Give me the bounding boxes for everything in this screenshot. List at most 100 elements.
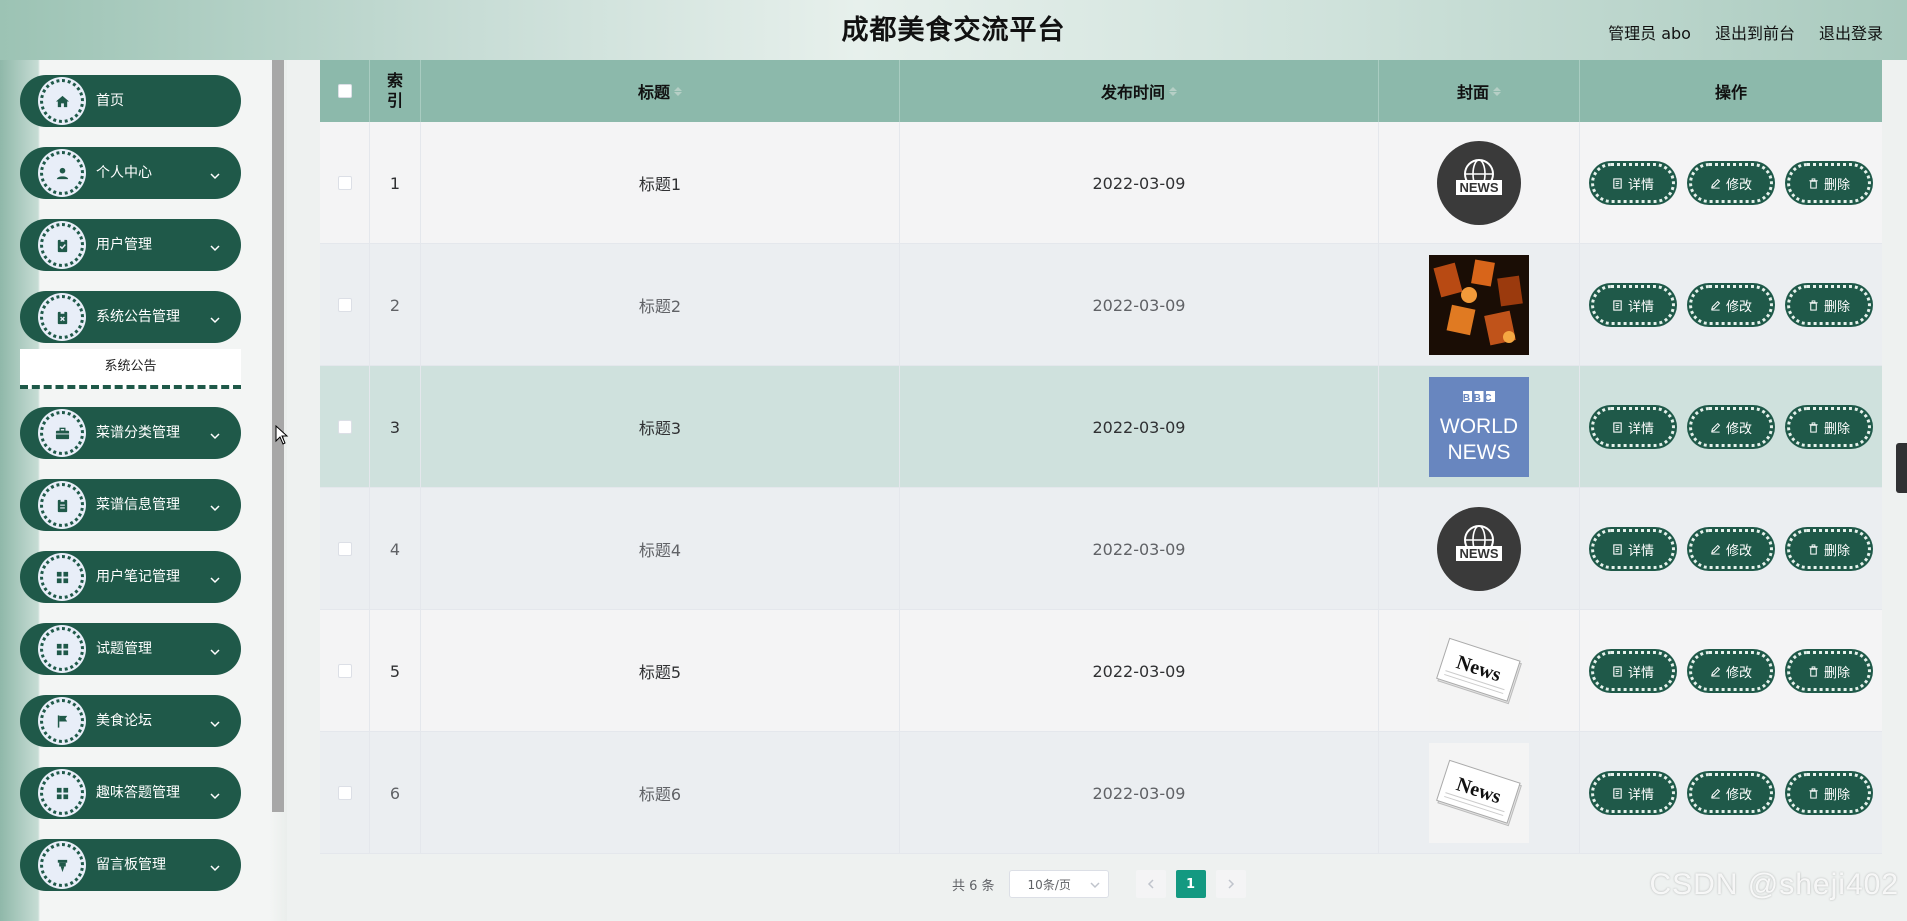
chevron-down-icon <box>209 787 221 800</box>
header-cover-label: 封面 <box>1456 83 1489 102</box>
row-select-cell <box>320 366 370 488</box>
cover-image[interactable]: News <box>1429 621 1529 721</box>
row-publish-time: 2022-03-09 <box>900 732 1379 854</box>
sort-icon[interactable] <box>674 86 682 96</box>
document-icon <box>1613 543 1622 555</box>
detail-button[interactable]: 详情 <box>1591 163 1675 203</box>
row-checkbox[interactable] <box>337 664 352 678</box>
sidebar-item-5[interactable]: 菜谱信息管理 <box>20 479 241 531</box>
cover-image[interactable]: BBC WORLD NEWS <box>1429 377 1529 477</box>
sidebar-item-label: 个人中心 <box>96 165 152 181</box>
briefcase-icon <box>40 411 84 455</box>
sidebar-item-label: 系统公告管理 <box>96 309 180 325</box>
row-checkbox[interactable] <box>337 420 352 434</box>
delete-button-label: 删除 <box>1823 421 1850 437</box>
sidebar-item-1[interactable]: 个人中心 <box>20 147 241 199</box>
submenu-item-system-notice[interactable]: 系统公告 <box>20 349 241 389</box>
delete-button[interactable]: 删除 <box>1787 285 1871 325</box>
detail-button[interactable]: 详情 <box>1591 773 1675 813</box>
detail-button[interactable]: 详情 <box>1591 285 1675 325</box>
page-size-select[interactable]: 10条/页 <box>1008 870 1109 898</box>
cover-image[interactable]: News <box>1429 743 1529 843</box>
detail-button-label: 详情 <box>1627 299 1654 315</box>
row-checkbox[interactable] <box>337 542 352 556</box>
header-title[interactable]: 标题 <box>421 60 900 122</box>
header-index-char2: 引 <box>386 91 403 110</box>
header-publish-time[interactable]: 发布时间 <box>900 60 1379 122</box>
table-row[interactable]: 4 标题4 2022-03-09 NEWS 详情 修改 删除 <box>320 488 1882 610</box>
edit-button[interactable]: 修改 <box>1689 407 1773 447</box>
cover-image[interactable] <box>1429 255 1529 355</box>
delete-button[interactable]: 删除 <box>1787 773 1871 813</box>
admin-user-label: 管理员 abo <box>1608 24 1691 43</box>
header-actions-label: 操作 <box>1714 83 1747 102</box>
delete-button[interactable]: 删除 <box>1787 407 1871 447</box>
sidebar-item-10[interactable]: 留言板管理 <box>20 839 241 891</box>
grid-icon <box>40 627 84 671</box>
edit-button[interactable]: 修改 <box>1689 529 1773 569</box>
cover-image[interactable]: NEWS <box>1429 499 1529 599</box>
chevron-down-icon <box>209 859 221 872</box>
user-icon <box>40 151 84 195</box>
detail-button-label: 详情 <box>1627 177 1654 193</box>
sidebar-item-4[interactable]: 菜谱分类管理 <box>20 407 241 459</box>
row-checkbox[interactable] <box>337 786 352 800</box>
sidebar-item-8[interactable]: 美食论坛 <box>20 695 241 747</box>
delete-button-label: 删除 <box>1823 543 1850 559</box>
header-publish-time-label: 发布时间 <box>1100 83 1165 102</box>
edit-button[interactable]: 修改 <box>1689 773 1773 813</box>
header-cover[interactable]: 封面 <box>1379 60 1580 122</box>
page-number-button[interactable]: 1 <box>1175 870 1206 898</box>
sidebar-item-7[interactable]: 试题管理 <box>20 623 241 675</box>
delete-button[interactable]: 删除 <box>1787 651 1871 691</box>
row-publish-time: 2022-03-09 <box>900 122 1379 244</box>
document-icon <box>1613 787 1622 799</box>
select-all-checkbox[interactable] <box>337 84 352 98</box>
chevron-down-icon <box>209 715 221 728</box>
prev-page-button[interactable] <box>1135 870 1166 898</box>
detail-button-label: 详情 <box>1627 421 1654 437</box>
edit-button-label: 修改 <box>1725 421 1752 437</box>
grid-icon <box>40 771 84 815</box>
logout-link[interactable]: 退出登录 <box>1819 20 1883 44</box>
sort-icon[interactable] <box>1169 86 1177 96</box>
table-row[interactable]: 5 标题5 2022-03-09 News 详情 修改 删除 <box>320 610 1882 732</box>
row-publish-time: 2022-03-09 <box>900 610 1379 732</box>
header-actions: 操作 <box>1580 60 1882 122</box>
chevron-down-icon <box>209 643 221 656</box>
edit-button[interactable]: 修改 <box>1689 285 1773 325</box>
table-row[interactable]: 3 标题3 2022-03-09 BBC WORLD NEWS 详情 修改 删除 <box>320 366 1882 488</box>
table-row[interactable]: 1 标题1 2022-03-09 NEWS 详情 修改 删除 <box>320 122 1882 244</box>
row-select-cell <box>320 244 370 366</box>
sidebar-item-6[interactable]: 用户笔记管理 <box>20 551 241 603</box>
cover-image[interactable]: NEWS <box>1429 133 1529 233</box>
next-page-button[interactable] <box>1215 870 1246 898</box>
sidebar-item-9[interactable]: 趣味答题管理 <box>20 767 241 819</box>
drawer-handle[interactable] <box>1896 443 1907 493</box>
delete-button[interactable]: 删除 <box>1787 163 1871 203</box>
row-title: 标题6 <box>421 732 900 854</box>
table-row[interactable]: 6 标题6 2022-03-09 News 详情 修改 删除 <box>320 732 1882 854</box>
sidebar-item-2[interactable]: 用户管理 <box>20 219 241 271</box>
pagination-total: 共 6 条 <box>952 878 995 894</box>
sidebar-item-0[interactable]: 首页 <box>20 75 241 127</box>
newspaper-icon: News <box>1429 621 1529 721</box>
svg-text:BBC: BBC <box>1463 393 1495 404</box>
edit-button[interactable]: 修改 <box>1689 651 1773 691</box>
delete-button[interactable]: 删除 <box>1787 529 1871 569</box>
row-index: 5 <box>370 610 421 732</box>
sidebar-item-3[interactable]: 系统公告管理 <box>20 291 241 343</box>
sidebar-item-label: 菜谱信息管理 <box>96 497 180 513</box>
pin-icon <box>40 843 84 887</box>
row-checkbox[interactable] <box>337 298 352 312</box>
exit-to-front-link[interactable]: 退出到前台 <box>1715 20 1795 44</box>
detail-button[interactable]: 详情 <box>1591 651 1675 691</box>
detail-button[interactable]: 详情 <box>1591 529 1675 569</box>
detail-button[interactable]: 详情 <box>1591 407 1675 447</box>
table-row[interactable]: 2 标题2 2022-03-09 详情 修改 删除 <box>320 244 1882 366</box>
edit-button[interactable]: 修改 <box>1689 163 1773 203</box>
row-checkbox[interactable] <box>337 176 352 190</box>
header-select-all-cell <box>320 60 370 122</box>
document-icon <box>1613 665 1622 677</box>
sort-icon[interactable] <box>1493 86 1501 96</box>
